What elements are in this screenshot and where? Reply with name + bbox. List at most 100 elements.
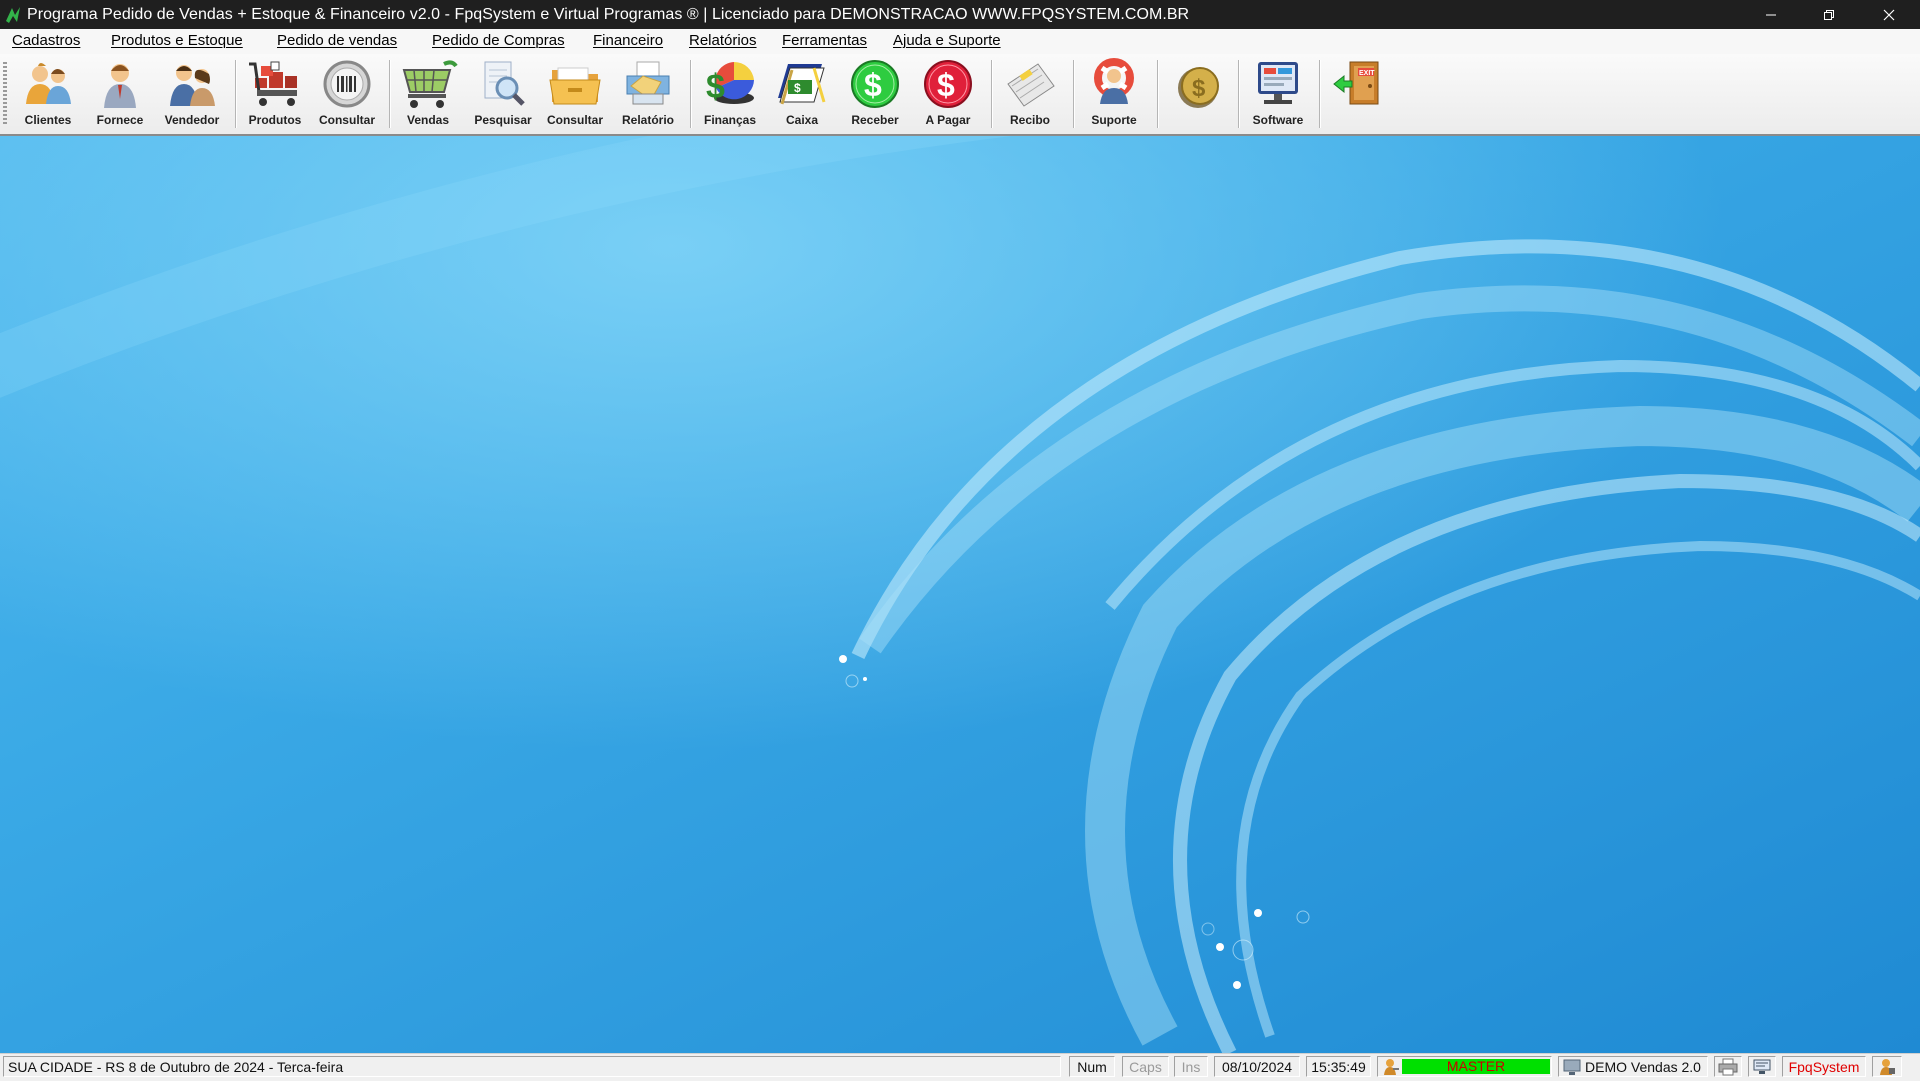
toolbar-button-financas[interactable]: $ Finanças [698, 58, 762, 130]
finance-pie-icon: $ [706, 61, 754, 106]
toolbar-label: Relatório [621, 113, 674, 127]
status-printer-button[interactable] [1714, 1056, 1742, 1077]
toolbar-label: Caixa [785, 113, 819, 127]
toolbar-button-clientes[interactable]: Clientes [16, 58, 80, 130]
toolbar-label: A Pagar [925, 113, 971, 127]
toolbar-button-caixa[interactable]: $ Caixa [770, 58, 834, 130]
svg-text:$: $ [706, 68, 725, 106]
menu-ajuda-suporte[interactable]: Ajuda e Suporte [893, 32, 1001, 49]
printer-report-icon [626, 61, 670, 105]
status-time: 15:35:49 [1306, 1056, 1371, 1077]
toolbar-button-vendas[interactable]: Vendas [396, 58, 460, 130]
toolbar-label: Software [1252, 113, 1304, 127]
green-dollar-logo-icon [3, 5, 23, 25]
toolbar-separator [1073, 60, 1075, 128]
menu-financeiro[interactable]: Financeiro [593, 32, 663, 49]
restore-icon [1824, 9, 1834, 20]
toolbar-label: Pesquisar [474, 113, 532, 127]
toolbar-label: Suporte [1091, 113, 1137, 127]
receive-dollar-icon: $ [851, 60, 899, 108]
minimize-icon [1766, 14, 1776, 15]
toolbar-button-recibo[interactable]: Recibo [998, 58, 1062, 130]
toolbar-grip[interactable] [3, 62, 7, 126]
menu-ferramentas[interactable]: Ferramentas [782, 32, 867, 49]
minimize-button[interactable] [1742, 0, 1800, 29]
supplier-man-icon [104, 64, 136, 108]
toolbar-separator [1157, 60, 1159, 128]
toolbar-button-pesquisar[interactable]: Pesquisar [471, 58, 535, 130]
menu-relatorios[interactable]: Relatórios [689, 32, 757, 49]
toolbar-label: Recibo [1009, 113, 1050, 127]
products-cart-icon [249, 61, 297, 106]
svg-text:$: $ [864, 67, 882, 103]
coin-icon: $ [1178, 67, 1219, 108]
toolbar-label: Vendas [406, 113, 450, 127]
barcode-search-icon [323, 60, 371, 108]
network-icon [1753, 1059, 1771, 1074]
svg-text:$: $ [937, 67, 955, 103]
cash-book-icon: $ [778, 64, 826, 105]
toolbar-label: Vendedor [164, 113, 220, 127]
menu-produtos-estoque[interactable]: Produtos e Estoque [111, 32, 243, 49]
receipt-icon [1007, 63, 1055, 107]
toolbar-button-suporte[interactable]: Suporte [1082, 58, 1146, 130]
document-search-icon [484, 61, 525, 106]
toolbar-button-receber[interactable]: $ Receber [843, 58, 907, 130]
toolbar-label: Produtos [248, 113, 302, 127]
toolbar-label: Consultar [318, 113, 375, 127]
svg-text:$: $ [1192, 75, 1206, 102]
toolbar-separator [1319, 60, 1321, 128]
status-user-name: MASTER [1402, 1059, 1550, 1074]
toolbar-label: Finanças [703, 113, 757, 127]
menu-bar: Cadastros Produtos e Estoque Pedido de v… [0, 29, 1920, 55]
status-bar: SUA CIDADE - RS 8 de Outubro de 2024 - T… [0, 1053, 1920, 1081]
exit-door-icon: EXIT [1333, 61, 1379, 105]
toolbar-button-consultar-pedidos[interactable]: Consultar [543, 58, 607, 130]
svg-text:EXIT: EXIT [1359, 70, 1375, 77]
status-brand: FpqSystem [1782, 1056, 1866, 1077]
status-brand-text: FpqSystem [1788, 1059, 1860, 1075]
toolbar-label: Receber [851, 113, 899, 127]
status-location-date: SUA CIDADE - RS 8 de Outubro de 2024 - T… [3, 1056, 1061, 1077]
title-bar: Programa Pedido de Vendas + Estoque & Fi… [0, 0, 1920, 29]
toolbar-label: Consultar [546, 113, 603, 127]
support-lifebuoy-icon [1094, 58, 1134, 104]
toolbar-button-a-pagar[interactable]: $ A Pagar [916, 58, 980, 130]
toolbar-button-relatorio[interactable]: Relatório [616, 58, 680, 130]
clients-people-icon [26, 63, 71, 104]
toolbar-button-produtos[interactable]: Produtos [243, 58, 307, 130]
status-version: DEMO Vendas 2.0 [1558, 1056, 1708, 1077]
status-version-text: DEMO Vendas 2.0 [1585, 1059, 1701, 1075]
user-key-icon [1384, 1059, 1399, 1075]
restore-button[interactable] [1800, 0, 1858, 29]
toolbar-button-fornece[interactable]: Fornece [88, 58, 152, 130]
svg-text:$: $ [794, 81, 801, 95]
status-caps-lock: Caps [1122, 1056, 1169, 1077]
sales-cart-icon [402, 60, 458, 108]
menu-pedido-compras[interactable]: Pedido de Compras [432, 32, 565, 49]
status-network-button[interactable] [1748, 1056, 1776, 1077]
computer-icon [1563, 1059, 1581, 1075]
folder-icon [549, 67, 601, 105]
close-icon [1883, 9, 1895, 20]
toolbar-button-consultar-produtos[interactable]: Consultar [315, 58, 379, 130]
toolbar-button-software[interactable]: Software [1246, 58, 1310, 130]
status-num-lock: Num [1069, 1056, 1115, 1077]
software-monitor-icon [1258, 62, 1298, 104]
salesperson-icon [170, 65, 215, 106]
toolbar-button-exit[interactable]: EXIT [1328, 58, 1392, 130]
background-swirl-image [0, 136, 1920, 1053]
status-user: MASTER [1377, 1056, 1552, 1077]
toolbar-label: Fornece [96, 113, 144, 127]
user-lock-icon [1880, 1059, 1895, 1075]
window-title: Programa Pedido de Vendas + Estoque & Fi… [27, 6, 1190, 23]
toolbar: Clientes Fornece Vendedor Produtos Consu… [0, 54, 1920, 136]
toolbar-button-coin[interactable]: $ [1166, 58, 1230, 130]
toolbar-button-vendedor[interactable]: Vendedor [160, 58, 224, 130]
status-date: 08/10/2024 [1214, 1056, 1300, 1077]
menu-pedido-vendas[interactable]: Pedido de vendas [277, 32, 397, 49]
status-insert: Ins [1174, 1056, 1208, 1077]
status-user-lock-button[interactable] [1872, 1056, 1902, 1077]
close-button[interactable] [1858, 0, 1920, 29]
menu-cadastros[interactable]: Cadastros [12, 32, 80, 49]
